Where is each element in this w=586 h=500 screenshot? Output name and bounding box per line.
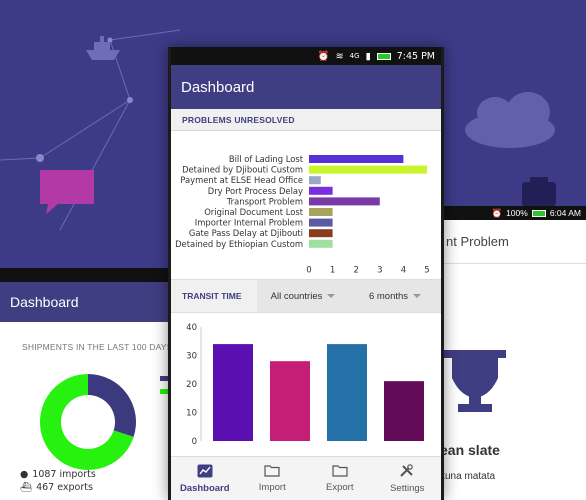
nav-export-label: Export bbox=[326, 482, 354, 493]
cloud-icon bbox=[465, 92, 555, 148]
problem-bar bbox=[309, 186, 333, 195]
x-tick-label: 3 bbox=[377, 265, 382, 273]
empty-state-title: ean slate bbox=[440, 442, 500, 458]
trophy-icon bbox=[444, 350, 506, 412]
robot-icon bbox=[522, 177, 556, 206]
right-phone-screen: ⏰ 100% 6:04 AM nt Problem ean slate kuna… bbox=[440, 206, 586, 500]
category-label: Detained by Ethiopian Custom bbox=[175, 239, 303, 249]
category-label: Gate Pass Delay at Djibouti bbox=[189, 228, 303, 238]
x-tick-label: 1 bbox=[330, 265, 335, 273]
problem-bar bbox=[309, 197, 380, 206]
ship-small-icon: ⛴ bbox=[20, 482, 33, 493]
imports-count: 1087 imports bbox=[32, 469, 96, 480]
country-dropdown[interactable]: All countries bbox=[257, 280, 349, 312]
nav-export[interactable]: Export bbox=[306, 457, 374, 500]
alarm-icon: ⏰ bbox=[491, 207, 503, 218]
nav-settings-label: Settings bbox=[390, 482, 425, 494]
x-tick-label: 2 bbox=[353, 265, 358, 273]
category-label: Payment at ELSE Head Office bbox=[180, 175, 303, 185]
network-type: 4G bbox=[349, 52, 360, 60]
shipment-stats: ● 1087 imports ⛴ 467 exports bbox=[20, 468, 96, 494]
y-tick-label: 10 bbox=[186, 409, 197, 419]
problem-bar bbox=[309, 239, 333, 248]
problem-bar bbox=[309, 208, 333, 216]
folder-icon bbox=[264, 465, 280, 477]
nav-settings[interactable]: Settings bbox=[374, 457, 442, 500]
battery-icon bbox=[531, 209, 546, 217]
transit-bar bbox=[327, 344, 367, 441]
problem-bar bbox=[309, 165, 427, 174]
nav-dashboard-label: Dashboard bbox=[179, 482, 230, 494]
chart-icon bbox=[197, 464, 213, 477]
category-label: Original Document Lost bbox=[204, 207, 303, 217]
transit-bar bbox=[270, 361, 310, 441]
right-status-bar: ⏰ 100% 6:04 AM bbox=[440, 206, 586, 220]
nav-import[interactable]: Import bbox=[239, 457, 307, 500]
transit-time-label: TRANSIT TIME bbox=[171, 280, 257, 312]
right-screen-title: nt Problem bbox=[440, 220, 586, 264]
transit-time-bar-chart: 0 10 20 30 40 bbox=[186, 323, 424, 447]
left-app-title: Dashboard bbox=[10, 294, 79, 310]
problems-bar-chart: Bill of Lading LostDetained by Djibouti … bbox=[175, 154, 430, 273]
tools-icon bbox=[400, 463, 414, 477]
y-tick-label: 40 bbox=[186, 323, 197, 333]
status-bar: ⏰ ≋ 4G ▮ 7:45 PM bbox=[171, 47, 441, 65]
chevron-down-icon bbox=[327, 294, 336, 298]
exports-count: 467 exports bbox=[36, 482, 93, 493]
shipments-donut-chart bbox=[39, 374, 136, 470]
problems-section-title: PROBLEMS UNRESOLVED bbox=[171, 109, 441, 131]
nav-import-label: Import bbox=[258, 482, 286, 493]
category-label: Dry Port Process Delay bbox=[208, 186, 303, 196]
problem-bar bbox=[309, 176, 321, 185]
transit-filter-row: TRANSIT TIME All countries 6 months bbox=[171, 279, 441, 313]
legend-swatch-imports bbox=[160, 389, 168, 394]
period-dropdown-value: 6 months bbox=[368, 290, 409, 302]
problem-bar bbox=[309, 218, 333, 227]
category-label: Bill of Lading Lost bbox=[229, 154, 304, 164]
problem-bar bbox=[309, 229, 333, 238]
alarm-icon: ⏰ bbox=[317, 50, 330, 62]
x-tick-label: 0 bbox=[306, 265, 311, 273]
empty-state-subtitle: kuna matata bbox=[440, 471, 496, 482]
drop-icon: ● bbox=[20, 469, 29, 480]
category-label: Detained by Djibouti Custom bbox=[182, 165, 303, 175]
country-dropdown-value: All countries bbox=[270, 290, 323, 302]
chat-bubble-icon bbox=[40, 170, 94, 214]
x-tick-label: 5 bbox=[424, 265, 429, 273]
main-phone-screen: ⏰ ≋ 4G ▮ 7:45 PM Dashboard PROBLEMS UNRE… bbox=[168, 47, 444, 500]
page-title: Dashboard bbox=[181, 78, 255, 96]
category-label: Transport Problem bbox=[226, 196, 303, 206]
legend-swatch-exports bbox=[160, 376, 168, 381]
app-bar: Dashboard bbox=[171, 65, 441, 109]
problem-bar bbox=[309, 155, 404, 163]
battery-icon bbox=[376, 52, 391, 60]
signal-icon: ▮ bbox=[365, 50, 371, 62]
status-time: 6:04 AM bbox=[549, 208, 581, 218]
donut-slice-exports bbox=[88, 374, 136, 437]
y-tick-label: 0 bbox=[192, 437, 197, 447]
chevron-down-icon bbox=[413, 294, 422, 298]
status-time: 7:45 PM bbox=[396, 50, 435, 62]
nav-dashboard[interactable]: Dashboard bbox=[171, 457, 239, 500]
node-icon bbox=[36, 154, 44, 162]
bottom-navigation: Dashboard Import Export Settings bbox=[171, 456, 441, 500]
transit-bar bbox=[213, 344, 253, 441]
donut-legend bbox=[160, 376, 168, 402]
wifi-icon: ≋ bbox=[335, 50, 344, 62]
folder-icon bbox=[332, 465, 348, 477]
battery-level: 100% bbox=[506, 208, 528, 218]
transit-bar bbox=[384, 381, 424, 441]
y-tick-label: 20 bbox=[186, 380, 197, 390]
category-label: Importer Internal Problem bbox=[195, 218, 303, 228]
y-tick-label: 30 bbox=[186, 352, 197, 362]
x-tick-label: 4 bbox=[401, 265, 406, 273]
period-dropdown[interactable]: 6 months bbox=[349, 280, 441, 312]
